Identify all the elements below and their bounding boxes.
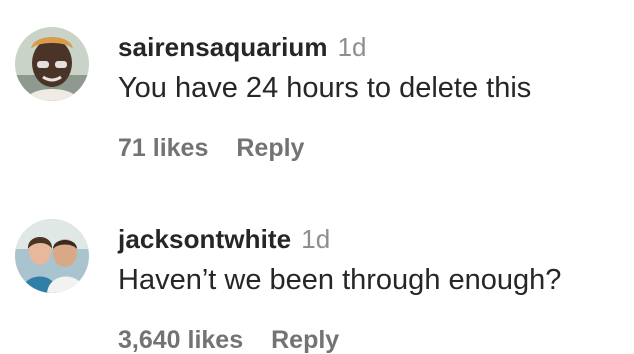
likes-count[interactable]: 3,640 likes xyxy=(118,326,243,354)
comment-text: Haven’t we been through enough? xyxy=(118,264,562,296)
comment-text: You have 24 hours to delete this xyxy=(118,72,532,104)
reply-button[interactable]: Reply xyxy=(271,326,339,354)
likes-count[interactable]: 71 likes xyxy=(118,134,208,163)
username-link[interactable]: sairensaquarium xyxy=(118,32,328,63)
timestamp: 1d xyxy=(337,32,367,62)
profile-photo-icon xyxy=(15,27,89,101)
avatar[interactable] xyxy=(15,219,89,293)
comment-body: sairensaquarium 1d You have 24 hours to … xyxy=(118,32,624,105)
timestamp: 1d xyxy=(301,224,331,254)
comment-actions: 3,640 likes Reply xyxy=(118,326,339,354)
avatar[interactable] xyxy=(15,27,89,101)
comment-header: jacksontwhite 1d xyxy=(118,224,624,262)
comment-thread: sairensaquarium 1d You have 24 hours to … xyxy=(0,0,634,354)
reply-button[interactable]: Reply xyxy=(236,134,304,163)
profile-photo-icon xyxy=(15,219,89,293)
comment-actions: 71 likes Reply xyxy=(118,134,304,163)
username-link[interactable]: jacksontwhite xyxy=(118,224,291,255)
comment-header: sairensaquarium 1d xyxy=(118,32,624,70)
comment-body: jacksontwhite 1d Haven’t we been through… xyxy=(118,224,624,297)
